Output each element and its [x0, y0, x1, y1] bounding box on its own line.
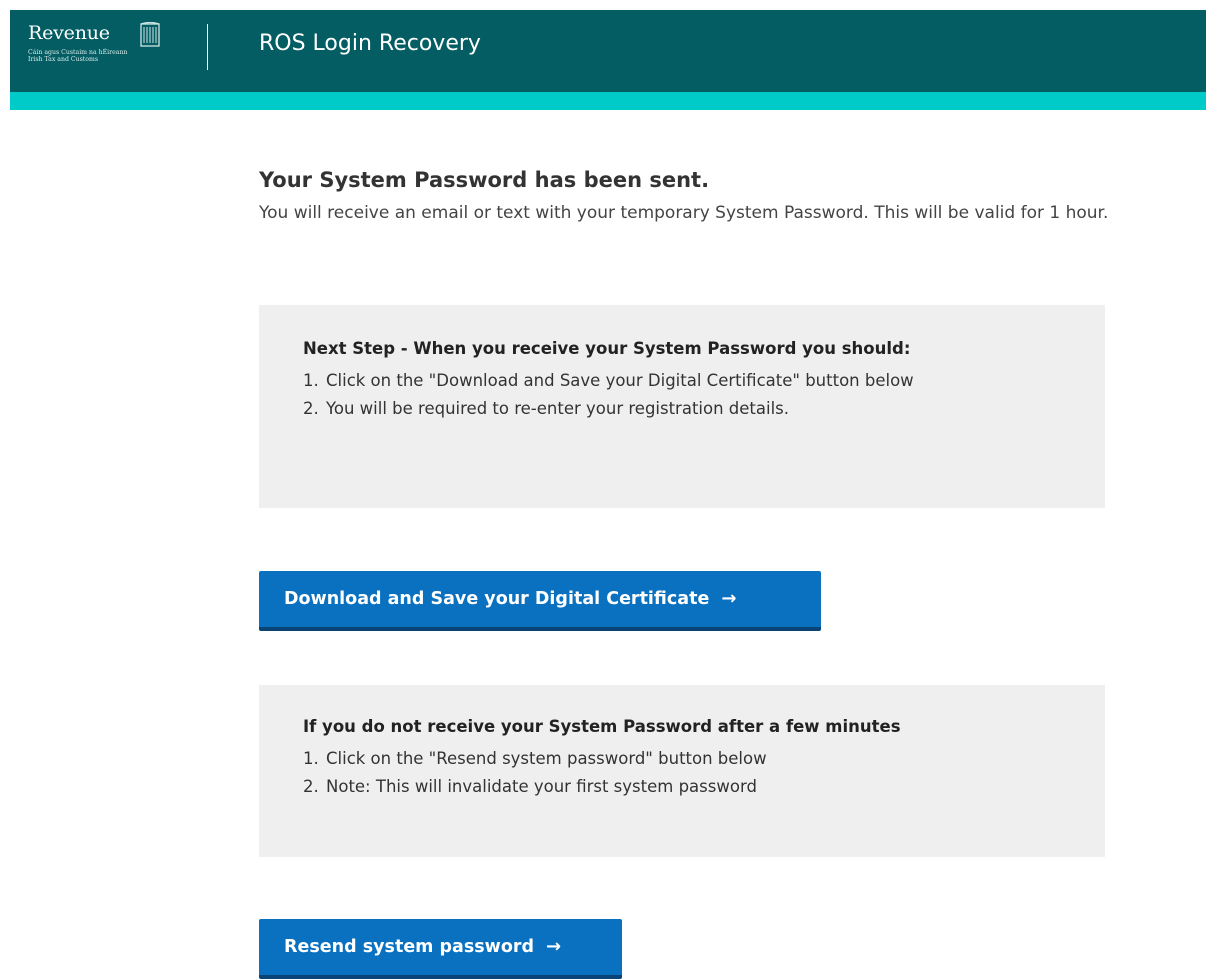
- next-step-list: 1. Click on the "Download and Save your …: [303, 367, 1105, 423]
- download-certificate-button[interactable]: Download and Save your Digital Certifica…: [259, 571, 821, 631]
- list-item-text: You will be required to re-enter your re…: [326, 399, 790, 418]
- list-item: 2. You will be required to re-enter your…: [303, 395, 1105, 423]
- revenue-logo[interactable]: Revenue Cáin agus Custaim na hÉireann Ir…: [28, 22, 178, 74]
- resend-password-label: Resend system password: [284, 937, 535, 957]
- confirmation-heading: Your System Password has been sent.: [259, 168, 710, 192]
- next-step-panel: Next Step - When you receive your System…: [259, 305, 1105, 508]
- harp-icon: [140, 22, 160, 47]
- list-item-text: Click on the "Resend system password" bu…: [326, 749, 767, 768]
- next-step-title: Next Step - When you receive your System…: [303, 339, 911, 358]
- list-item-number: 2.: [303, 777, 319, 796]
- confirmation-intro: You will receive an email or text with y…: [259, 203, 1109, 223]
- header-accent-stripe: [10, 92, 1206, 110]
- list-item-number: 1.: [303, 749, 319, 768]
- download-certificate-label: Download and Save your Digital Certifica…: [284, 589, 710, 609]
- logo-subtitle-irish: Cáin agus Custaim na hÉireann: [28, 49, 128, 56]
- list-item-number: 2.: [303, 399, 319, 418]
- list-item-text: Click on the "Download and Save your Dig…: [326, 371, 914, 390]
- list-item: 1. Click on the "Download and Save your …: [303, 367, 1105, 395]
- main-content: Your System Password has been sent. You …: [259, 164, 1179, 228]
- header-divider: [207, 24, 208, 70]
- arrow-right-icon: →: [546, 936, 562, 957]
- list-item: 2. Note: This will invalidate your first…: [303, 773, 1105, 801]
- resend-info-title: If you do not receive your System Passwo…: [303, 717, 901, 736]
- resend-info-panel: If you do not receive your System Passwo…: [259, 685, 1105, 857]
- logo-wordmark: Revenue: [28, 22, 110, 44]
- logo-subtitle-english: Irish Tax and Customs: [28, 56, 99, 63]
- list-item-number: 1.: [303, 371, 319, 390]
- list-item: 1. Click on the "Resend system password"…: [303, 745, 1105, 773]
- site-header: [10, 10, 1206, 92]
- list-item-text: Note: This will invalidate your first sy…: [326, 777, 757, 796]
- resend-info-list: 1. Click on the "Resend system password"…: [303, 745, 1105, 801]
- logo-subtitle: Cáin agus Custaim na hÉireann Irish Tax …: [28, 49, 127, 63]
- resend-password-button[interactable]: Resend system password →: [259, 919, 622, 979]
- arrow-right-icon: →: [721, 588, 737, 609]
- page-title: ROS Login Recovery: [259, 31, 481, 56]
